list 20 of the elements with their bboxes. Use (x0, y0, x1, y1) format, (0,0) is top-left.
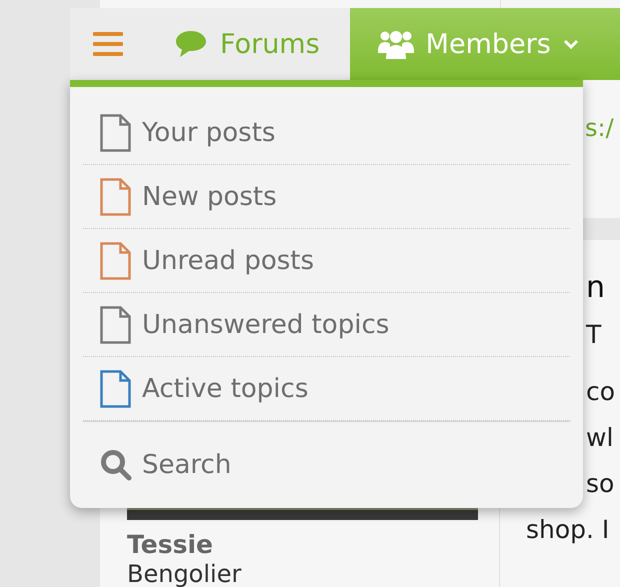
search-icon (100, 449, 132, 481)
post-text: co (586, 377, 616, 406)
menu-item[interactable]: New posts (83, 165, 570, 229)
menu-item[interactable]: Unread posts (83, 229, 570, 293)
menu-item[interactable]: Your posts (83, 101, 570, 165)
post-title[interactable]: n (586, 270, 606, 305)
author-name[interactable]: Tessie (127, 530, 499, 560)
speech-bubble-icon (174, 29, 208, 59)
menu-item[interactable]: Active topics (83, 357, 570, 421)
author-rank: Bengolier (127, 560, 242, 587)
menu-icon (93, 31, 123, 57)
post-text: shop. I (526, 515, 610, 544)
post-text: wl (586, 423, 614, 452)
chevron-down-icon (562, 38, 579, 50)
people-icon (378, 29, 414, 59)
post-author[interactable]: T (586, 320, 602, 349)
post-text: so (586, 469, 614, 498)
website-link[interactable]: s:/ (585, 114, 614, 142)
menu-item[interactable]: Unanswered topics (83, 293, 570, 357)
search-link[interactable]: Search (83, 421, 570, 508)
